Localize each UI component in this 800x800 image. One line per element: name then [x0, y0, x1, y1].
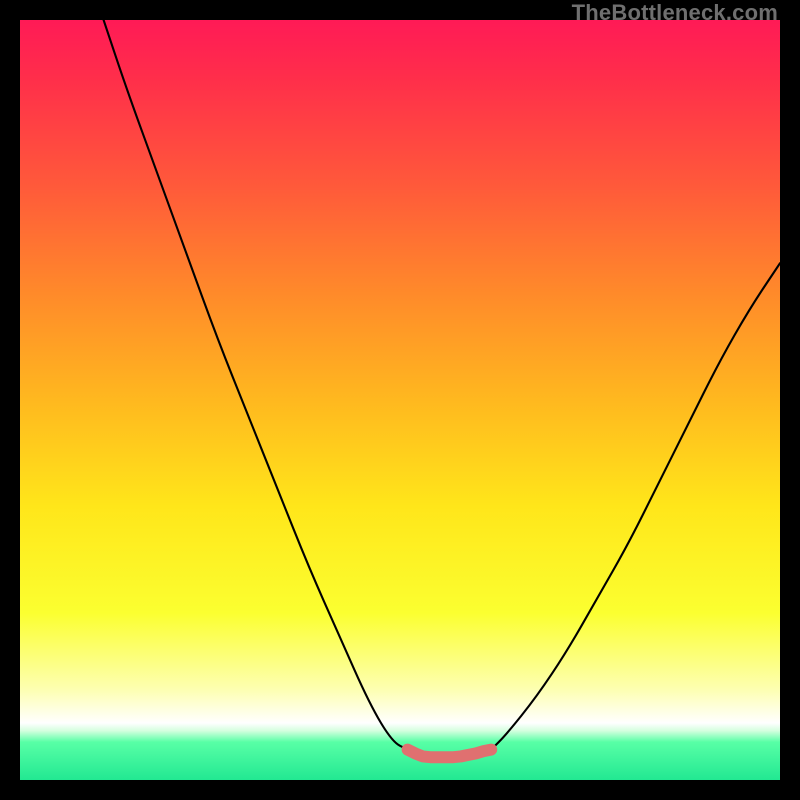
right-branch-line — [491, 263, 780, 749]
curve-group — [104, 20, 780, 757]
bottom-marker-band — [408, 750, 492, 758]
left-branch-line — [104, 20, 408, 750]
bottleneck-curve-plot — [20, 20, 780, 780]
watermark-text: TheBottleneck.com — [572, 0, 778, 26]
chart-frame — [20, 20, 780, 780]
